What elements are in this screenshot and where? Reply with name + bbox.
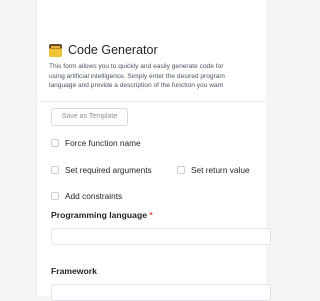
checkbox-label: Set return value bbox=[191, 165, 250, 175]
framework-label: Framework bbox=[51, 266, 97, 276]
save-as-template-button[interactable]: Save as Template bbox=[51, 108, 128, 126]
set-return-value-option[interactable]: Set return value bbox=[177, 165, 250, 175]
programming-language-input[interactable] bbox=[51, 228, 271, 245]
form-panel: Code Generator This form allows you to q… bbox=[36, 0, 271, 301]
force-function-name-option[interactable]: Force function name bbox=[51, 138, 141, 148]
form-header: Code Generator bbox=[49, 43, 158, 57]
field-label-text: Programming language bbox=[51, 210, 147, 220]
construction-icon bbox=[49, 43, 62, 57]
add-constraints-option[interactable]: Add constraints bbox=[51, 191, 122, 201]
checkbox-label: Add constraints bbox=[65, 191, 123, 201]
checkbox-label: Set required arguments bbox=[65, 165, 152, 175]
programming-language-label: Programming language * bbox=[51, 210, 153, 220]
description-line: language and provide a description of th… bbox=[49, 82, 224, 89]
set-required-arguments-checkbox[interactable] bbox=[51, 166, 59, 174]
required-marker: * bbox=[149, 210, 153, 220]
description-line: This form allows you to quickly and easi… bbox=[49, 63, 224, 70]
framework-input[interactable] bbox=[51, 284, 271, 301]
header-divider bbox=[37, 101, 267, 102]
description-line: using artificial intelligence. Simply en… bbox=[49, 72, 225, 80]
add-constraints-checkbox[interactable] bbox=[51, 192, 59, 200]
page-title: Code Generator bbox=[68, 43, 158, 57]
force-function-name-checkbox[interactable] bbox=[51, 139, 59, 147]
form-description: This form allows you to quickly and easi… bbox=[49, 62, 289, 91]
checkbox-label: Force function name bbox=[65, 138, 141, 148]
set-required-arguments-option[interactable]: Set required arguments bbox=[51, 165, 152, 175]
set-return-value-checkbox[interactable] bbox=[177, 166, 185, 174]
